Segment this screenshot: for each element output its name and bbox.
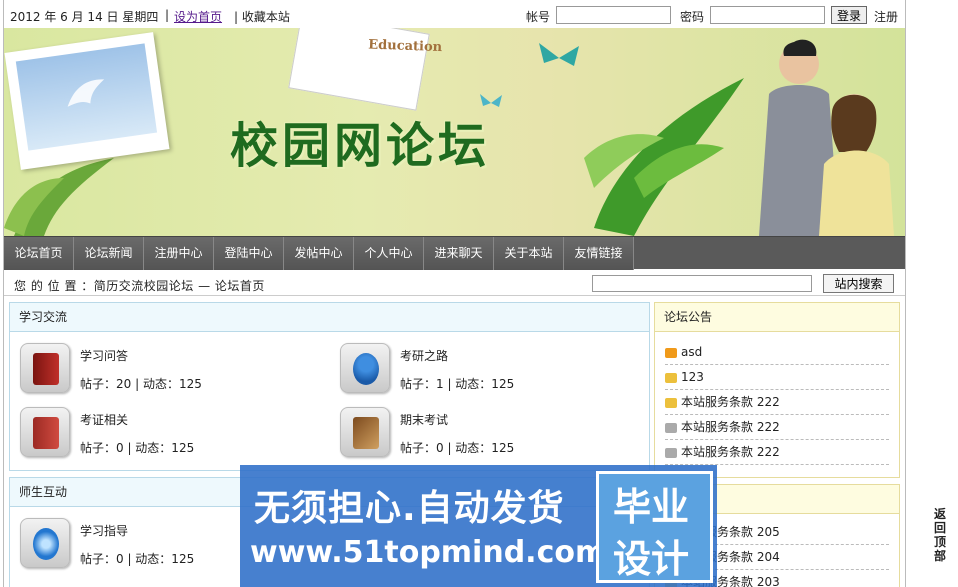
account-label: 帐号 [526, 10, 551, 24]
forum-announcement-panel: 论坛公告 asd 123 本站服务条款 222 本站服务条款 222 本站服务条… [654, 302, 900, 478]
forum-item[interactable]: 学习问答 帖子：20 | 动态：125 [20, 343, 320, 399]
rank-badge-icon [665, 372, 677, 383]
forum-item[interactable]: 考证相关 帖子：0 | 动态：125 [20, 407, 320, 463]
forum-item[interactable]: 考研之路 帖子：1 | 动态：125 [340, 343, 640, 399]
login-button[interactable]: 登录 [831, 6, 867, 24]
forum-stats: 帖子：0 | 动态：125 [400, 441, 515, 455]
watermark-badge-line2: 设计 [613, 537, 690, 581]
announcement-text[interactable]: asd [681, 345, 702, 359]
leaves-illustration-right [584, 78, 744, 236]
register-link[interactable]: 注册 [874, 8, 898, 25]
banner: Education 校园网论坛 [4, 28, 905, 236]
add-favorite-link[interactable]: | 收藏本站 [234, 8, 290, 25]
panel-title: 论坛公告 [655, 303, 899, 332]
main-navigation: 论坛首页 论坛新闻 注册中心 登陆中心 发帖中心 个人中心 进来聊天 关于本站 … [4, 236, 905, 270]
set-homepage-link[interactable]: 设为首页 [174, 8, 222, 25]
announcement-text[interactable]: 本站服务条款 222 [681, 445, 780, 459]
book-icon [20, 343, 70, 393]
swirl-icon [20, 518, 70, 568]
nav-item-register-center[interactable]: 注册中心 [144, 237, 214, 270]
current-date: 2012 年 6 月 14 日 星期四 [10, 10, 159, 24]
password-input[interactable] [710, 6, 825, 24]
location-bar: 您 的 位 置 ：简历交流校园论坛 — 论坛首页 站内搜索 [4, 270, 905, 296]
top-bar: 2012 年 6 月 14 日 星期四 | 设为首页 | 收藏本站 帐号 密码 … [4, 0, 905, 28]
forum-stats: 帖子：0 | 动态：125 [80, 552, 195, 566]
user-icon [340, 343, 390, 393]
rank-badge-icon [665, 347, 677, 358]
announcement-item[interactable]: 本站服务条款 222 [665, 390, 889, 415]
forum-stats: 帖子：0 | 动态：125 [80, 441, 195, 455]
nav-item-links[interactable]: 友情链接 [564, 237, 634, 270]
forum-stats: 帖子：1 | 动态：125 [400, 377, 515, 391]
nav-item-post-center[interactable]: 发帖中心 [284, 237, 354, 270]
forum-name[interactable]: 考证相关 [80, 411, 128, 428]
watermark-overlay: 无须担心.自动发货 www.51topmind.com 毕业 设计 [240, 465, 717, 587]
breadcrumb: 您 的 位 置 ：简历交流校园论坛 — 论坛首页 [14, 279, 265, 293]
announcement-text[interactable]: 本站服务条款 222 [681, 395, 780, 409]
site-search-button[interactable]: 站内搜索 [823, 274, 894, 293]
forum-name[interactable]: 学习问答 [80, 347, 128, 364]
rank-badge-icon [665, 397, 677, 408]
nav-item-forum-home[interactable]: 论坛首页 [4, 237, 74, 270]
nav-item-personal-center[interactable]: 个人中心 [354, 237, 424, 270]
site-search-input[interactable] [592, 275, 812, 292]
students-illustration [759, 39, 894, 236]
nav-item-chat[interactable]: 进来聊天 [424, 237, 494, 270]
photo-frame [4, 32, 170, 170]
announcement-item[interactable]: asd [665, 340, 889, 365]
nav-item-about[interactable]: 关于本站 [494, 237, 564, 270]
card-text: Education [368, 37, 443, 56]
panel-title: 学习交流 [10, 303, 649, 332]
forum-item[interactable]: 期末考试 帖子：0 | 动态：125 [340, 407, 640, 463]
dictionary-icon [20, 407, 70, 457]
forum-name[interactable]: 学习指导 [80, 522, 128, 539]
password-label: 密码 [680, 10, 705, 24]
announcement-item[interactable]: 123 [665, 365, 889, 390]
page: 2012 年 6 月 14 日 星期四 | 设为首页 | 收藏本站 帐号 密码 … [0, 0, 958, 587]
watermark-slogan: 无须担心.自动发货 [254, 488, 565, 529]
announcement-text[interactable]: 本站服务条款 222 [681, 420, 780, 434]
notebook-icon [340, 407, 390, 457]
back-to-top-link[interactable]: 返回顶部 [934, 507, 948, 563]
study-exchange-panel: 学习交流 学习问答 帖子：20 | 动态：125 考研之路 帖子：1 | 动态：… [9, 302, 650, 471]
site-title: 校园网论坛 [230, 118, 491, 174]
nav-item-login-center[interactable]: 登陆中心 [214, 237, 284, 270]
education-card: Education [288, 28, 442, 111]
nav-item-forum-news[interactable]: 论坛新闻 [74, 237, 144, 270]
forum-stats: 帖子：20 | 动态：125 [80, 377, 202, 391]
separator: | [165, 8, 170, 22]
watermark-badge-line1: 毕业 [613, 485, 690, 529]
announcement-item[interactable]: 本站服务条款 222 [665, 440, 889, 465]
watermark-url: www.51topmind.com [250, 535, 607, 570]
watermark-badge: 毕业 设计 [596, 471, 713, 583]
rank-badge-icon [665, 447, 677, 458]
announcement-item[interactable]: 本站服务条款 222 [665, 415, 889, 440]
account-input[interactable] [556, 6, 671, 24]
announcement-text[interactable]: 123 [681, 370, 704, 384]
rank-badge-icon [665, 422, 677, 433]
forum-name[interactable]: 期末考试 [400, 411, 448, 428]
forum-name[interactable]: 考研之路 [400, 347, 448, 364]
dove-icon [67, 79, 105, 107]
